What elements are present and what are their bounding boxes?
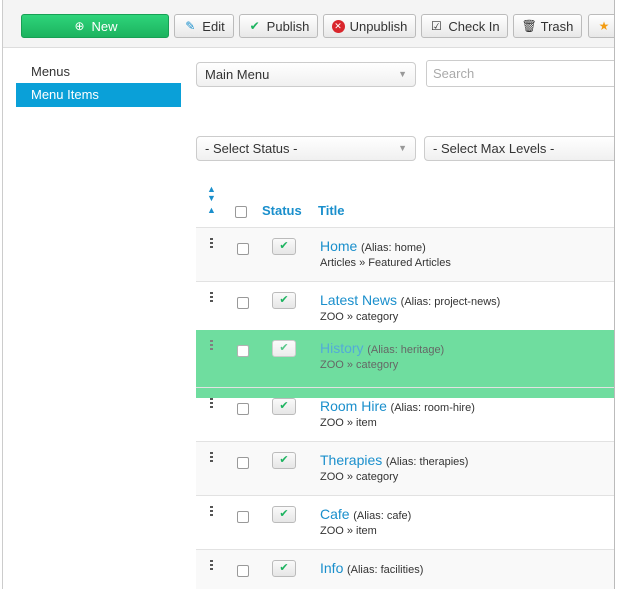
chevron-down-icon: ▼ (398, 69, 407, 79)
status-header[interactable]: Status (262, 203, 302, 218)
published-status-button[interactable]: ✔ (272, 238, 296, 255)
row-title-link[interactable]: Cafe (320, 506, 350, 522)
row-type: ZOO » item (320, 417, 377, 429)
window: ⊕ New ✎ Edit ✔ Publish ✕ Unpublish ☑ Check In… (2, 0, 615, 589)
table-row[interactable]: ✔ Cafe (Alias: cafe) ZOO » item (196, 495, 614, 549)
row-title: Home (Alias: home) (320, 238, 426, 254)
row-type: ZOO » item (320, 525, 377, 537)
check-icon: ✔ (279, 562, 289, 574)
status-select[interactable]: - Select Status - ▼ (196, 136, 416, 161)
toolbar: ⊕ New ✎ Edit ✔ Publish ✕ Unpublish ☑ Check In… (3, 0, 614, 48)
unpublish-button[interactable]: ✕ Unpublish (323, 14, 416, 38)
status-select-value: - Select Status - (205, 141, 298, 156)
new-label: New (91, 18, 118, 34)
table-row[interactable]: ✔ Room Hire (Alias: room-hire) ZOO » ite… (196, 387, 614, 441)
select-all-checkbox[interactable] (235, 206, 247, 218)
row-checkbox[interactable] (237, 457, 249, 469)
row-title: Latest News (Alias: project-news) (320, 292, 500, 308)
max-levels-select-value: - Select Max Levels - (433, 141, 555, 156)
check-icon: ✔ (279, 240, 289, 252)
drag-handle-icon[interactable] (210, 292, 213, 303)
edit-label: Edit (202, 18, 225, 34)
menu-select[interactable]: Main Menu ▼ (196, 62, 416, 87)
row-checkbox[interactable] (237, 565, 249, 577)
row-title-link[interactable]: Therapies (320, 452, 382, 468)
check-icon: ✔ (279, 508, 289, 520)
sort-ordering-icon[interactable]: ▲ ▼ (207, 185, 216, 203)
x-circle-icon: ✕ (331, 19, 345, 33)
star-icon: ★ (598, 19, 610, 33)
published-status-button[interactable]: ✔ (272, 560, 296, 577)
drag-handle-icon[interactable] (210, 560, 213, 571)
check-icon: ✔ (279, 400, 289, 412)
plus-circle-icon: ⊕ (74, 19, 85, 33)
row-checkbox[interactable] (237, 403, 249, 415)
drag-handle-icon[interactable] (210, 238, 213, 249)
table-row[interactable]: ✔ Latest News (Alias: project-news) ZOO … (196, 281, 614, 335)
table-row[interactable]: ✔ Info (Alias: facilities) (196, 549, 614, 589)
sidebar-item-menus[interactable]: Menus (16, 60, 181, 84)
check-in-label: Check In (448, 18, 500, 34)
trash-icon: 🗑 (521, 19, 537, 33)
row-checkbox[interactable] (237, 345, 249, 357)
trash-button[interactable]: 🗑 Trash (513, 14, 582, 38)
row-title-link[interactable]: Info (320, 560, 343, 576)
check-icon: ✔ (279, 454, 289, 466)
row-checkbox[interactable] (237, 511, 249, 523)
row-alias: (Alias: heritage) (367, 344, 445, 356)
check-in-button[interactable]: ☑ Check In (421, 14, 508, 38)
row-alias: (Alias: facilities) (346, 564, 424, 576)
sidebar-item-menu-items[interactable]: Menu Items (16, 83, 181, 107)
row-title: History (Alias: heritage) (320, 340, 444, 356)
table-row[interactable]: ✔ Therapies (Alias: therapies) ZOO » cat… (196, 441, 614, 495)
max-levels-select[interactable]: - Select Max Levels - (424, 136, 614, 161)
unpublish-label: Unpublish (349, 18, 408, 34)
check-icon: ✔ (279, 342, 289, 354)
row-alias: (Alias: project-news) (400, 296, 501, 308)
published-status-button[interactable]: ✔ (272, 340, 296, 357)
row-alias: (Alias: therapies) (385, 456, 469, 468)
drag-handle-icon[interactable] (210, 452, 213, 463)
row-title: Room Hire (Alias: room-hire) (320, 398, 475, 414)
edit-icon: ✎ (185, 19, 196, 33)
edit-button[interactable]: ✎ Edit (174, 14, 234, 38)
published-status-button[interactable]: ✔ (272, 506, 296, 523)
row-type: ZOO » category (320, 359, 399, 371)
row-alias: (Alias: room-hire) (390, 402, 475, 414)
row-title-link[interactable]: Latest News (320, 292, 397, 308)
row-title: Cafe (Alias: cafe) (320, 506, 411, 522)
title-header[interactable]: Title (318, 203, 345, 218)
sort-asc-icon[interactable]: ▲ (207, 205, 216, 215)
chevron-down-icon: ▼ (398, 143, 407, 153)
check-icon: ✔ (279, 294, 289, 306)
featured-button[interactable]: ★ (588, 14, 614, 38)
row-title-link[interactable]: Room Hire (320, 398, 387, 414)
row-title: Therapies (Alias: therapies) (320, 452, 468, 468)
menu-select-value: Main Menu (205, 67, 270, 82)
published-status-button[interactable]: ✔ (272, 452, 296, 469)
published-status-button[interactable]: ✔ (272, 292, 296, 309)
checkbox-icon: ☑ (430, 19, 442, 33)
search-input[interactable]: Search (426, 60, 614, 87)
row-type: ZOO » category (320, 471, 399, 483)
row-type: ZOO » category (320, 311, 399, 323)
table-row[interactable]: ✔ Home (Alias: home) Articles » Featured… (196, 227, 614, 281)
row-alias: (Alias: home) (360, 242, 426, 254)
publish-button[interactable]: ✔ Publish (239, 14, 318, 38)
drag-handle-icon[interactable] (210, 506, 213, 517)
drag-handle-icon[interactable] (210, 398, 213, 409)
row-checkbox[interactable] (237, 243, 249, 255)
trash-label: Trash (540, 18, 574, 34)
new-button[interactable]: ⊕ New (21, 14, 169, 38)
publish-label: Publish (266, 18, 310, 34)
row-title-link[interactable]: History (320, 340, 364, 356)
row-type: Articles » Featured Articles (320, 257, 451, 269)
row-title-link[interactable]: Home (320, 238, 357, 254)
drag-handle-icon[interactable] (210, 340, 213, 351)
row-title: Info (Alias: facilities) (320, 560, 423, 576)
published-status-button[interactable]: ✔ (272, 398, 296, 415)
row-alias: (Alias: cafe) (353, 510, 412, 522)
row-checkbox[interactable] (237, 297, 249, 309)
check-icon: ✔ (249, 19, 260, 33)
